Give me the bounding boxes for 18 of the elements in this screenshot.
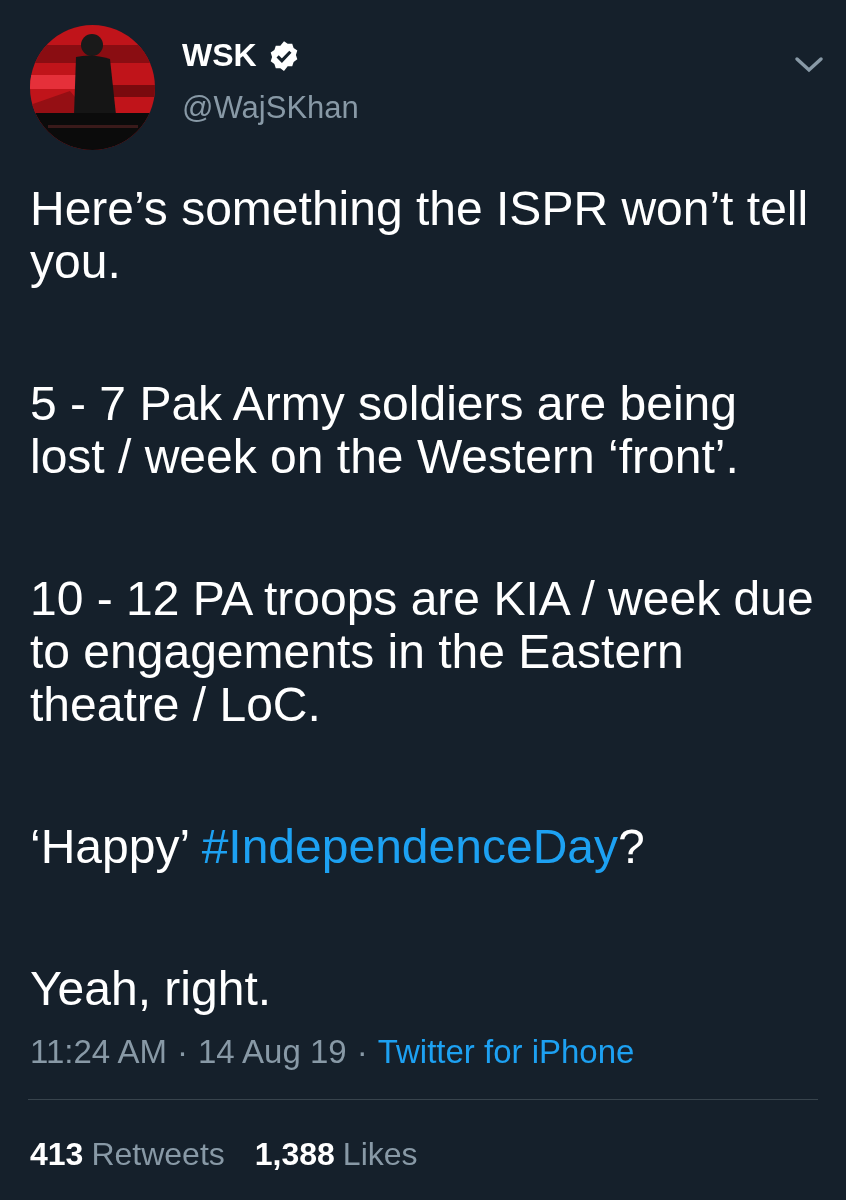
- tweet-date: 14 Aug 19: [198, 1033, 347, 1071]
- separator-dot: ·: [356, 1033, 368, 1071]
- tweet-time: 11:24 AM: [30, 1033, 167, 1071]
- tweet-paragraph: Yeah, right.: [30, 962, 273, 1015]
- user-name[interactable]: WSK: [182, 37, 257, 74]
- hashtag-link[interactable]: #IndependenceDay: [201, 820, 618, 873]
- tweet-paragraph: 5 - 7 Pak Army soldiers are being lost / week on the Western ‘front’.: [30, 377, 740, 483]
- stat-label[interactable]: Likes: [342, 1136, 418, 1173]
- chevron-down-icon[interactable]: [794, 55, 824, 75]
- separator-dot: ·: [177, 1033, 188, 1071]
- stat-count: 413: [30, 1136, 84, 1173]
- tweet-paragraph: 10 - 12 PA troops are KIA / week due to engagements in the Eastern theatre / LoC.: [30, 572, 815, 731]
- tweet-paragraph: ‘Happy’ #IndependenceDay?: [30, 820, 646, 873]
- user-handle[interactable]: @WajSKhan: [182, 90, 359, 126]
- stat-label[interactable]: Retweets: [91, 1136, 225, 1173]
- tweet-paragraph: Here’s something the ISPR won’t tell you.: [30, 182, 810, 288]
- stat-count: 1,388: [254, 1136, 335, 1173]
- source-link[interactable]: Twitter for iPhone: [377, 1033, 635, 1071]
